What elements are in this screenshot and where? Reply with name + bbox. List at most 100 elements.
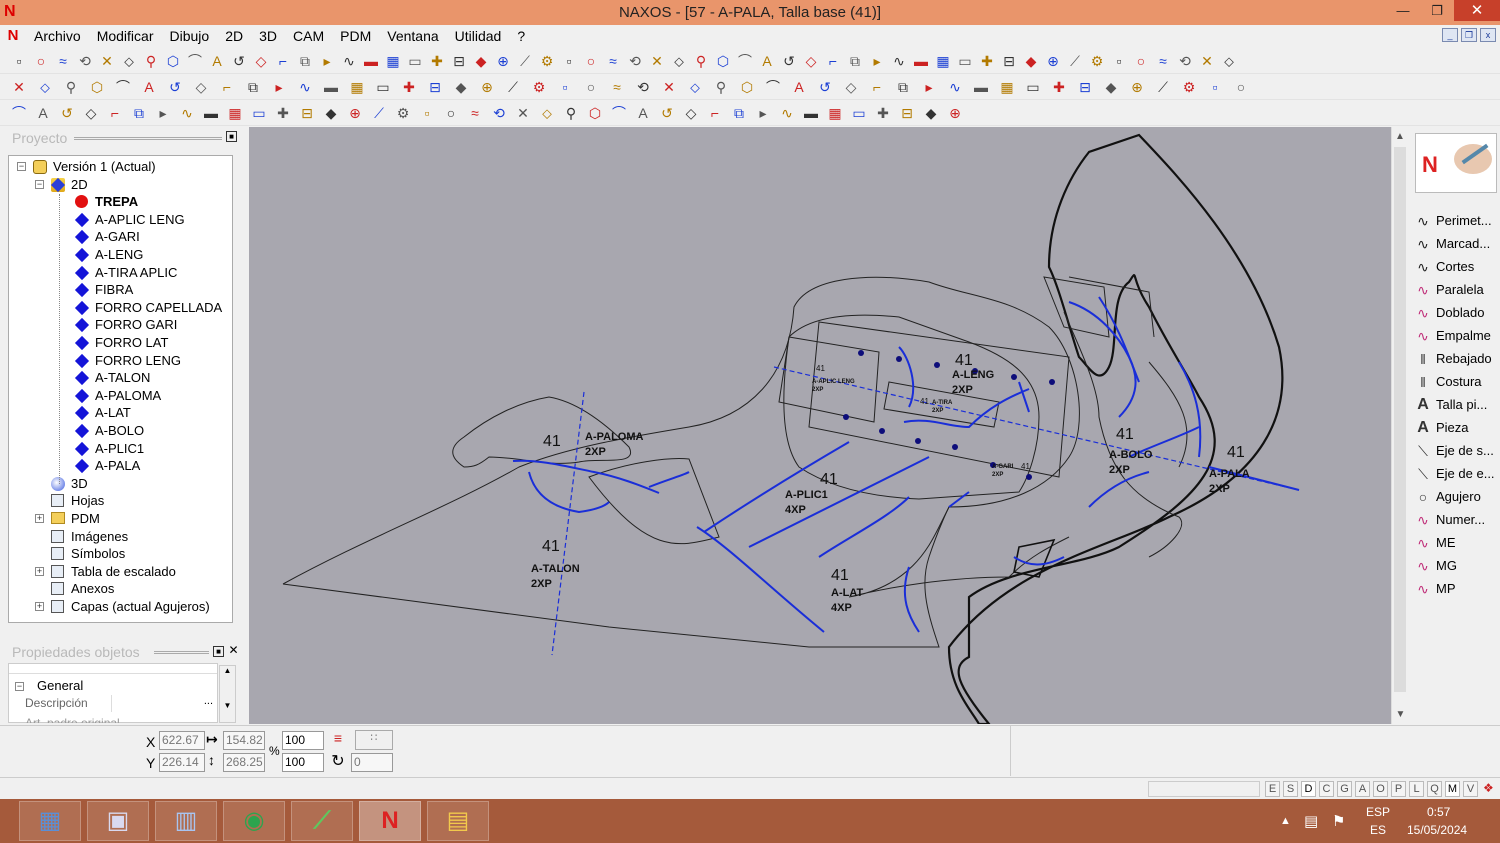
keyboard-layout[interactable]: ES (1370, 823, 1386, 837)
toolbar-tool-icon[interactable]: ▬ (802, 104, 820, 122)
toolbar-tool-icon[interactable]: ✕ (10, 78, 28, 96)
toolbar-tool-icon[interactable]: ⚙ (530, 78, 548, 96)
toolbar-tool-icon[interactable]: ⌐ (706, 104, 724, 122)
toolbar-tool-icon[interactable]: ⬦ (1220, 52, 1238, 70)
toolbar-tool-icon[interactable]: ⬡ (88, 78, 106, 96)
property-browse-button[interactable]: ... (204, 695, 213, 707)
drawing-canvas[interactable]: 41 A-PALOMA 2XP 41 A-TALON 2XP 41 A-APLIC LENG 2… (249, 127, 1391, 724)
scale-x-field[interactable]: 100 (282, 731, 324, 750)
toolbar-tool-icon[interactable]: ⌒ (186, 52, 204, 70)
toolbar-tool-icon[interactable]: ↺ (658, 104, 676, 122)
tool-piece-text[interactable]: A Pieza (1414, 416, 1468, 439)
language-code[interactable]: ESP (1366, 805, 1390, 819)
toolbar-tool-icon[interactable]: ⟋ (504, 78, 522, 96)
toolbar-tool-icon[interactable]: ≈ (608, 78, 626, 96)
toolbar-tool-icon[interactable]: ⌐ (218, 78, 236, 96)
toolbar-tool-icon[interactable]: ✕ (514, 104, 532, 122)
toolbar-tool-icon[interactable]: ◆ (472, 52, 490, 70)
toolbar-tool-icon[interactable]: ∿ (890, 52, 908, 70)
toolbar-tool-icon[interactable]: ⚙ (394, 104, 412, 122)
toolbar-tool-icon[interactable]: ○ (32, 52, 50, 70)
toolbar-tool-icon[interactable]: ✚ (274, 104, 292, 122)
toolbar-tool-icon[interactable]: ◆ (322, 104, 340, 122)
toolbar-tool-icon[interactable]: ▭ (850, 104, 868, 122)
collapse-icon[interactable]: − (17, 162, 26, 171)
toolbar-tool-icon[interactable]: A (34, 104, 52, 122)
toolbar-tool-icon[interactable]: ▭ (1024, 78, 1042, 96)
taskbar-calculator-button[interactable]: ▦ (19, 801, 81, 841)
tree-item[interactable]: + Tabla de escalado (9, 563, 231, 580)
toolbar-tool-icon[interactable]: ⌒ (10, 104, 28, 122)
toolbar-tool-icon[interactable]: ⟋ (1066, 52, 1084, 70)
panel-pin-icon[interactable]: ■ (213, 646, 224, 657)
collapse-general-icon[interactable]: − (15, 682, 24, 691)
scroll-thumb[interactable] (1394, 147, 1406, 692)
toolbar-tool-icon[interactable]: ⊟ (426, 78, 444, 96)
toolbar-tool-icon[interactable]: ⚙ (1180, 78, 1198, 96)
scale-y-field[interactable]: 100 (282, 753, 324, 772)
tool-axis[interactable]: ⟍ Eje de s... (1414, 439, 1494, 462)
close-button[interactable]: ✕ (1454, 0, 1500, 21)
align-icon[interactable]: ≡ (328, 730, 348, 750)
menu-modificar[interactable]: Modificar (89, 25, 162, 47)
toolbar-tool-icon[interactable]: A (634, 104, 652, 122)
tree-item[interactable]: Anexos (9, 580, 231, 597)
status-flag-v[interactable]: V (1463, 781, 1478, 797)
toolbar-tool-icon[interactable]: ⧉ (730, 104, 748, 122)
canvas-vertical-scrollbar[interactable]: ▲ ▼ (1391, 127, 1408, 724)
taskbar-naxos-button[interactable]: N (359, 801, 421, 841)
tool-mg[interactable]: ∿ MG (1414, 554, 1457, 577)
status-flag-q[interactable]: Q (1427, 781, 1442, 797)
tool-skive[interactable]: ‖ Rebajado (1414, 347, 1492, 370)
toolbar-tool-icon[interactable]: ○ (1232, 78, 1250, 96)
tool-mp[interactable]: ∿ MP (1414, 577, 1455, 600)
taskbar-cad-button[interactable]: ⟋ (291, 801, 353, 841)
toolbar-tool-icon[interactable]: ⚙ (538, 52, 556, 70)
tool-hole[interactable]: ○ Agujero (1414, 485, 1481, 508)
app-menu-icon[interactable]: N (0, 26, 26, 46)
tree-item[interactable]: FORRO LENG (9, 352, 231, 369)
toolbar-tool-icon[interactable]: ◇ (82, 104, 100, 122)
toolbar-tool-icon[interactable]: ⚲ (692, 52, 710, 70)
toolbar-tool-icon[interactable]: ✚ (874, 104, 892, 122)
tree-item[interactable]: Imágenes (9, 528, 231, 545)
tree-item[interactable]: 3D (9, 475, 231, 492)
toolbar-tool-icon[interactable]: ⟋ (1154, 78, 1172, 96)
toolbar-tool-icon[interactable]: ∿ (778, 104, 796, 122)
tree-item[interactable]: FORRO CAPELLADA (9, 299, 231, 316)
toolbar-tool-icon[interactable]: ○ (1132, 52, 1150, 70)
toolbar-tool-icon[interactable]: ○ (582, 78, 600, 96)
height-field[interactable]: 268.25 (223, 753, 265, 772)
panel-grip[interactable] (154, 651, 209, 654)
mdi-restore-button[interactable]: ❐ (1461, 28, 1477, 42)
tree-item[interactable]: A-PALA (9, 457, 231, 474)
taskbar-folder-button[interactable]: ▤ (427, 801, 489, 841)
toolbar-tool-icon[interactable]: ◇ (802, 52, 820, 70)
status-flag-o[interactable]: O (1373, 781, 1388, 797)
tree-item[interactable]: A-TIRA APLIC (9, 264, 231, 281)
toolbar-tool-icon[interactable]: ≈ (604, 52, 622, 70)
mdi-close-button[interactable]: x (1480, 28, 1496, 42)
menu-ventana[interactable]: Ventana (379, 25, 446, 47)
tool-joint[interactable]: ∿ Empalme (1414, 324, 1491, 347)
toolbar-tool-icon[interactable]: ▸ (154, 104, 172, 122)
pattern-drawing[interactable]: 41 A-PALOMA2XP41A-TALON2XP41A-APLIC LENG2… (249, 127, 1391, 724)
toolbar-tool-icon[interactable]: ⚲ (62, 78, 80, 96)
y-coordinate-field[interactable]: 226.14 (159, 753, 205, 772)
toolbar-tool-icon[interactable]: ✕ (98, 52, 116, 70)
toolbar-tool-icon[interactable]: ⟲ (490, 104, 508, 122)
tree-item[interactable]: A-LENG (9, 246, 231, 263)
toolbar-tool-icon[interactable]: ⧉ (846, 52, 864, 70)
status-flag-l[interactable]: L (1409, 781, 1424, 797)
minimize-button[interactable]: — (1386, 0, 1420, 21)
toolbar-tool-icon[interactable]: ⧉ (244, 78, 262, 96)
toolbar-tool-icon[interactable]: A (140, 78, 158, 96)
toolbar-tool-icon[interactable]: ⬡ (714, 52, 732, 70)
toolbar-tool-icon[interactable]: ◇ (252, 52, 270, 70)
toolbar-tool-icon[interactable]: A (208, 52, 226, 70)
toolbar-tool-icon[interactable]: ↺ (58, 104, 76, 122)
toolbar-tool-icon[interactable]: ✕ (1198, 52, 1216, 70)
toolbar-tool-icon[interactable]: ▫ (10, 52, 28, 70)
toolbar-tool-icon[interactable]: ⧉ (130, 104, 148, 122)
tree-item[interactable]: A-PLIC1 (9, 440, 231, 457)
